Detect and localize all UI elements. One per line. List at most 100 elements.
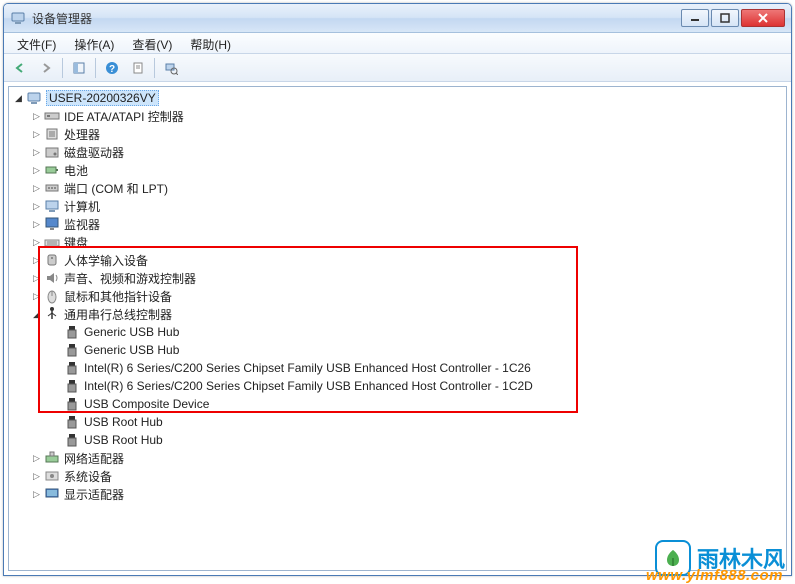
expand-icon[interactable]: ▷ [31,183,42,194]
menubar: 文件(F) 操作(A) 查看(V) 帮助(H) [4,33,791,54]
system-icon [44,468,60,484]
node-label: 显示适配器 [64,486,124,503]
child-label: Intel(R) 6 Series/C200 Series Chipset Fa… [84,379,533,393]
maximize-button[interactable] [711,9,739,27]
port-icon [44,180,60,196]
disk-icon [44,144,60,160]
toolbar-separator [62,58,63,78]
expand-icon[interactable]: ▷ [31,219,42,230]
node-label: 端口 (COM 和 LPT) [64,180,168,197]
child-label: USB Root Hub [84,433,163,447]
expand-icon[interactable]: ▷ [31,237,42,248]
keyboard-icon [44,234,60,250]
usb-icon [44,306,60,322]
expand-icon[interactable]: ◢ [13,93,24,104]
tree-node[interactable]: ▷ 人体学输入设备 [9,251,786,269]
titlebar[interactable]: 设备管理器 [4,4,791,33]
usb-device-icon [64,396,80,412]
menu-action[interactable]: 操作(A) [65,33,123,53]
tree-node[interactable]: ▷ 系统设备 [9,467,786,485]
expand-icon[interactable]: ▷ [31,165,42,176]
expand-icon[interactable]: ▷ [31,111,42,122]
expand-icon[interactable]: ▷ [31,471,42,482]
usb-device-icon [64,324,80,340]
app-icon [10,10,26,26]
node-label: 计算机 [64,198,100,215]
menu-view[interactable]: 查看(V) [123,33,181,53]
node-label: 磁盘驱动器 [64,144,124,161]
help-button[interactable]: ? [100,57,124,79]
tree-child[interactable]: Generic USB Hub [9,341,786,359]
expand-icon[interactable]: ▷ [31,147,42,158]
device-manager-window: 设备管理器 文件(F) 操作(A) 查看(V) 帮助(H) ? ◢ USER-2… [3,3,792,576]
child-label: Generic USB Hub [84,343,179,357]
close-button[interactable] [741,9,785,27]
tree-node[interactable]: ▷ 端口 (COM 和 LPT) [9,179,786,197]
tree-node[interactable]: ▷ 监视器 [9,215,786,233]
back-button[interactable] [8,57,32,79]
expand-icon[interactable]: ▷ [31,255,42,266]
tree-node[interactable]: ▷ 显示适配器 [9,485,786,503]
tree-node[interactable]: ▷ 声音、视频和游戏控制器 [9,269,786,287]
window-title: 设备管理器 [32,10,681,27]
expand-icon[interactable]: ▷ [31,273,42,284]
node-label: 系统设备 [64,468,112,485]
node-label: 人体学输入设备 [64,252,148,269]
tree-node[interactable]: ▷电池 [9,161,786,179]
tree-node[interactable]: ▷ 磁盘驱动器 [9,143,786,161]
tree-node[interactable]: ▷ IDE ATA/ATAPI 控制器 [9,107,786,125]
usb-device-icon [64,432,80,448]
toolbar-separator [154,58,155,78]
tree-node[interactable]: ▷ 处理器 [9,125,786,143]
node-label: 网络适配器 [64,450,124,467]
node-label: 监视器 [64,216,100,233]
tree-node[interactable]: ▷ 网络适配器 [9,449,786,467]
expand-icon[interactable]: ▷ [31,129,42,140]
node-label: 声音、视频和游戏控制器 [64,270,196,287]
toolbar: ? [4,54,791,82]
node-label: 处理器 [64,126,100,143]
tree-child[interactable]: Intel(R) 6 Series/C200 Series Chipset Fa… [9,377,786,395]
child-label: USB Root Hub [84,415,163,429]
tree-node[interactable]: ▷ 鼠标和其他指针设备 [9,287,786,305]
tree-child[interactable]: USB Root Hub [9,413,786,431]
scan-button[interactable] [159,57,183,79]
watermark-url: www.ylmf888.com [646,567,783,584]
hid-icon [44,252,60,268]
expand-icon[interactable]: ◢ [31,309,42,320]
usb-device-icon [64,360,80,376]
forward-button[interactable] [34,57,58,79]
svg-text:?: ? [109,64,115,75]
tree-child[interactable]: Intel(R) 6 Series/C200 Series Chipset Fa… [9,359,786,377]
child-label: Generic USB Hub [84,325,179,339]
sound-icon [44,270,60,286]
tree-node[interactable]: ▷ 计算机 [9,197,786,215]
menu-file[interactable]: 文件(F) [8,33,65,53]
tree-child[interactable]: Generic USB Hub [9,323,786,341]
minimize-button[interactable] [681,9,709,27]
battery-icon [44,162,60,178]
tree-node[interactable]: ▷ 键盘 [9,233,786,251]
node-label: IDE ATA/ATAPI 控制器 [64,108,184,125]
node-label: 键盘 [64,234,88,251]
tree-child[interactable]: USB Root Hub [9,431,786,449]
usb-device-icon [64,414,80,430]
tree-child[interactable]: USB Composite Device [9,395,786,413]
tree-root[interactable]: ◢ USER-20200326VY [9,89,786,107]
mouse-icon [44,288,60,304]
child-label: Intel(R) 6 Series/C200 Series Chipset Fa… [84,361,531,375]
properties-button[interactable] [126,57,150,79]
show-hide-button[interactable] [67,57,91,79]
root-label: USER-20200326VY [46,90,159,106]
expand-icon[interactable]: ▷ [31,291,42,302]
toolbar-separator [95,58,96,78]
expand-icon[interactable]: ▷ [31,453,42,464]
node-label: 鼠标和其他指针设备 [64,288,172,305]
tree-node[interactable]: ◢通用串行总线控制器 [9,305,786,323]
expand-icon[interactable]: ▷ [31,201,42,212]
usb-device-icon [64,378,80,394]
expand-icon[interactable]: ▷ [31,489,42,500]
menu-help[interactable]: 帮助(H) [181,33,240,53]
cpu-icon [44,126,60,142]
tree-content[interactable]: ◢ USER-20200326VY ▷ IDE ATA/ATAPI 控制器 ▷ 处理器… [8,86,787,571]
